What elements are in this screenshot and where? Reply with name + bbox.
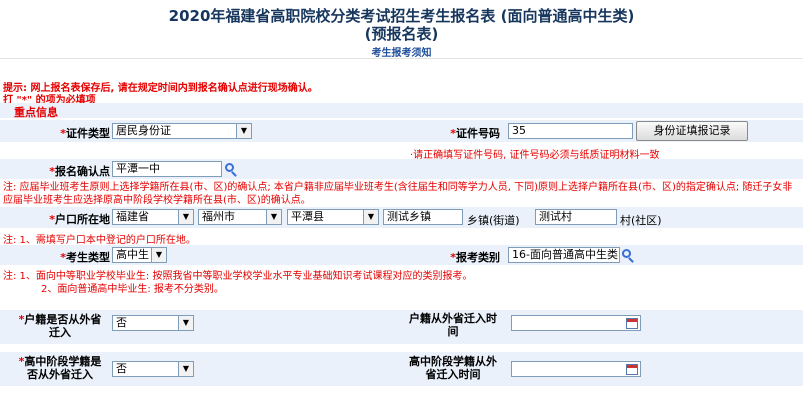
county-select[interactable]: 平潭县 ▼	[287, 209, 379, 225]
id-type-label: *证件类型	[60, 127, 110, 140]
section-title: 重点信息	[14, 106, 58, 119]
notice-link[interactable]: 考生报考须知	[0, 44, 803, 59]
chevron-down-icon: ▼	[363, 210, 378, 224]
confirm-point-label: *报名确认点	[49, 165, 110, 178]
divider	[0, 58, 803, 59]
household-label: *户口所在地	[49, 213, 110, 226]
household-note: 注: 1、需填写户口本中登记的户口所在地。	[3, 235, 196, 246]
village-input[interactable]: 测试村	[535, 209, 617, 225]
page-subtitle: (预报名表)	[364, 25, 439, 43]
town-label: 乡镇(街道)	[467, 214, 520, 227]
calendar-icon[interactable]	[626, 364, 638, 375]
school-migrate-label: *高中阶段学籍是否从外省迁入	[18, 355, 102, 381]
search-icon[interactable]	[224, 162, 238, 176]
school-migrate-date[interactable]	[511, 361, 641, 377]
household-migrate-time-label: 户籍从外省迁入时间	[409, 312, 497, 338]
search-icon[interactable]	[621, 248, 635, 262]
candidate-type-label: *考生类型	[60, 251, 110, 264]
household-migrate-label: *户籍是否从外省迁入	[18, 313, 102, 339]
chevron-down-icon: ▼	[266, 210, 281, 224]
exam-category-input[interactable]: 16-面向普通高中生类	[508, 247, 620, 263]
chevron-down-icon: ▼	[178, 362, 193, 376]
city-select[interactable]: 福州市 ▼	[198, 209, 282, 225]
confirm-point-input[interactable]: 平潭一中	[112, 161, 222, 177]
exam-category-note2: 2、面向普通高中毕业生: 报考不分类别。	[41, 284, 224, 295]
id-type-select[interactable]: 居民身份证 ▼	[112, 123, 252, 139]
calendar-icon[interactable]	[626, 318, 638, 329]
confirm-point-note: 注: 应届毕业班考生原则上选择学籍所在县(市、区)的确认点; 本省户籍非应届毕业…	[3, 182, 793, 206]
chevron-down-icon: ▼	[178, 316, 193, 330]
household-migrate-select[interactable]: 否 ▼	[112, 315, 194, 331]
school-migrate-time-label: 高中阶段学籍从外省迁入时间	[409, 355, 497, 381]
chevron-down-icon: ▼	[236, 124, 251, 138]
province-select[interactable]: 福建省 ▼	[112, 209, 194, 225]
section-header	[0, 103, 803, 118]
chevron-down-icon: ▼	[151, 248, 166, 262]
town-input[interactable]: 测试乡镇	[383, 209, 463, 225]
candidate-type-select[interactable]: 高中生 ▼	[112, 247, 167, 263]
id-number-label: *证件号码	[450, 127, 500, 140]
id-number-input[interactable]: 35	[508, 123, 633, 139]
exam-category-label: *报考类别	[450, 251, 500, 264]
chevron-down-icon: ▼	[178, 210, 193, 224]
household-migrate-date[interactable]	[511, 315, 641, 331]
school-migrate-select[interactable]: 否 ▼	[112, 361, 194, 377]
village-label: 村(社区)	[620, 214, 662, 227]
id-record-button[interactable]: 身份证填报记录	[636, 121, 748, 141]
